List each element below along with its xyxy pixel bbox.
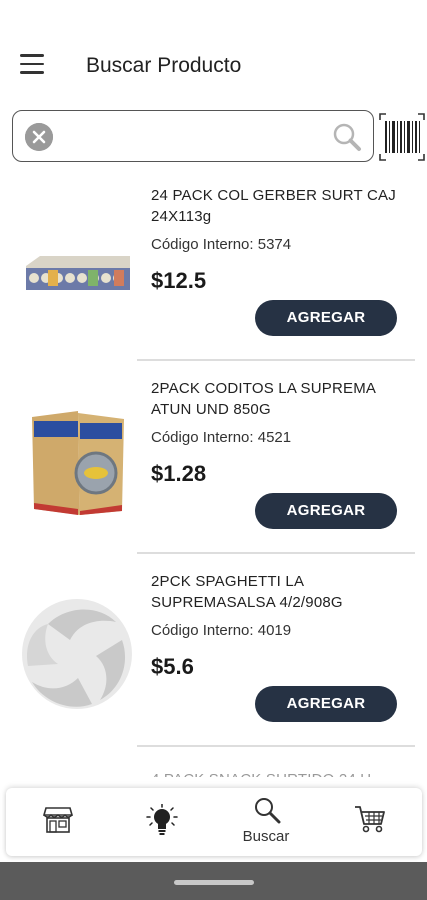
barcode-icon	[379, 113, 425, 161]
clear-search-button[interactable]	[25, 123, 53, 151]
app-bar: Buscar Producto	[0, 0, 427, 108]
list-item: 2PACK CODITOS LA SUPREMA ATUN UND 850G C…	[0, 361, 427, 554]
add-button[interactable]: AGREGAR	[255, 686, 397, 722]
product-code: Código Interno: 4019	[151, 622, 292, 639]
bottom-nav: Buscar	[6, 788, 422, 856]
search-bar	[12, 110, 374, 162]
add-button[interactable]: AGREGAR	[255, 493, 397, 529]
barcode-scan-button[interactable]	[378, 112, 426, 162]
product-price: $1.28	[151, 461, 207, 486]
system-navigation-bar	[0, 862, 427, 900]
home-indicator[interactable]	[174, 880, 254, 885]
product-price: $5.6	[151, 654, 194, 679]
lightbulb-icon	[146, 804, 178, 835]
nav-ideas[interactable]	[110, 788, 214, 856]
product-code: Código Interno: 4521	[151, 429, 292, 446]
close-icon	[25, 123, 53, 151]
product-list: 24 PACK COL GERBER SURT CAJ 24X113g Códi…	[0, 168, 427, 786]
nav-buscar[interactable]: Buscar	[214, 788, 318, 856]
nav-label: Buscar	[242, 828, 290, 845]
add-button[interactable]: AGREGAR	[255, 300, 397, 336]
list-item: 24 PACK COL GERBER SURT CAJ 24X113g Códi…	[0, 168, 427, 361]
product-image	[26, 256, 130, 290]
page-title: Buscar Producto	[86, 54, 242, 77]
product-name: 2PCK SPAGHETTI LA SUPREMASALSA 4/2/908G	[151, 573, 343, 611]
hamburger-icon-line	[20, 71, 44, 74]
cart-icon	[355, 806, 385, 833]
store-icon	[42, 807, 74, 833]
search-icon	[255, 798, 281, 824]
nav-store[interactable]	[6, 788, 110, 856]
product-price: $12.5	[151, 268, 207, 293]
list-item: 2PCK SPAGHETTI LA SUPREMASALSA 4/2/908G …	[0, 554, 427, 747]
search-icon[interactable]	[331, 121, 363, 153]
hamburger-icon-line	[20, 62, 44, 65]
product-name: 2PACK CODITOS LA SUPREMA ATUN UND 850G	[151, 380, 376, 418]
placeholder-image	[22, 599, 132, 709]
product-name: 24 PACK COL GERBER SURT CAJ 24X113g	[151, 187, 396, 225]
menu-button[interactable]	[20, 54, 46, 76]
hamburger-icon	[20, 54, 44, 57]
product-image	[32, 411, 124, 515]
search-input[interactable]	[65, 121, 325, 151]
product-code: Código Interno: 5374	[151, 236, 292, 253]
nav-cart[interactable]	[318, 788, 422, 856]
product-name: 4 PACK SNACK SURTIDO 24 U	[151, 769, 411, 777]
list-item: 4 PACK SNACK SURTIDO 24 U	[0, 747, 427, 786]
